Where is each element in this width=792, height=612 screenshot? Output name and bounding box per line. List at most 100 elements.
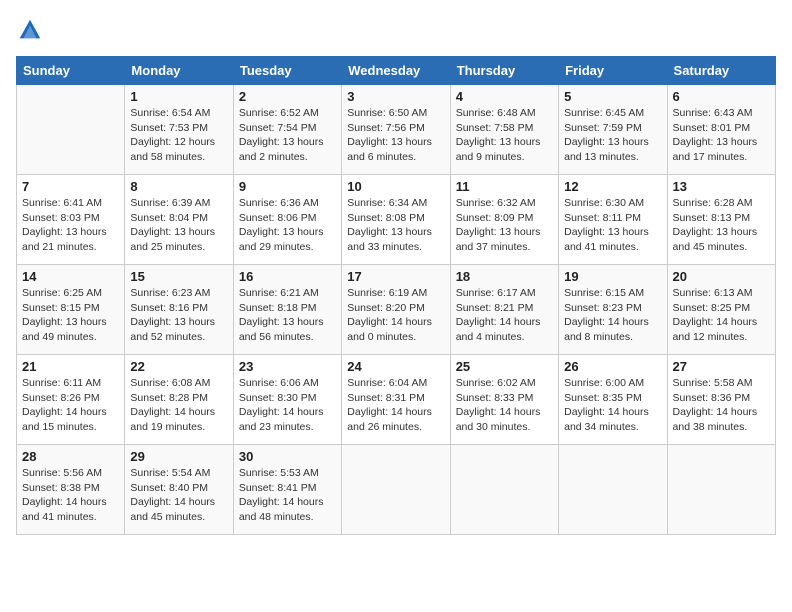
day-number: 1 — [130, 89, 227, 104]
day-header-saturday: Saturday — [667, 57, 775, 85]
calendar-cell: 3 Sunrise: 6:50 AM Sunset: 7:56 PM Daylig… — [342, 85, 450, 175]
day-number: 9 — [239, 179, 336, 194]
day-info: Sunrise: 6:32 AM Sunset: 8:09 PM Dayligh… — [456, 196, 553, 255]
calendar-cell: 15 Sunrise: 6:23 AM Sunset: 8:16 PM Dayli… — [125, 265, 233, 355]
day-number: 27 — [673, 359, 770, 374]
day-info: Sunrise: 6:41 AM Sunset: 8:03 PM Dayligh… — [22, 196, 119, 255]
calendar-cell: 8 Sunrise: 6:39 AM Sunset: 8:04 PM Daylig… — [125, 175, 233, 265]
day-info: Sunrise: 6:08 AM Sunset: 8:28 PM Dayligh… — [130, 376, 227, 435]
day-info: Sunrise: 5:56 AM Sunset: 8:38 PM Dayligh… — [22, 466, 119, 525]
calendar-cell: 28 Sunrise: 5:56 AM Sunset: 8:38 PM Dayli… — [17, 445, 125, 535]
day-info: Sunrise: 5:54 AM Sunset: 8:40 PM Dayligh… — [130, 466, 227, 525]
calendar-cell: 10 Sunrise: 6:34 AM Sunset: 8:08 PM Dayli… — [342, 175, 450, 265]
day-info: Sunrise: 6:17 AM Sunset: 8:21 PM Dayligh… — [456, 286, 553, 345]
calendar-cell: 29Sunrise: 5:54 AM Sunset: 8:40 PM Dayli… — [125, 445, 233, 535]
calendar-cell — [667, 445, 775, 535]
calendar-cell: 24Sunrise: 6:04 AM Sunset: 8:31 PM Dayli… — [342, 355, 450, 445]
day-number: 14 — [22, 269, 119, 284]
day-header-friday: Friday — [559, 57, 667, 85]
day-info: Sunrise: 6:48 AM Sunset: 7:58 PM Dayligh… — [456, 106, 553, 165]
day-number: 12 — [564, 179, 661, 194]
day-number: 3 — [347, 89, 444, 104]
calendar-cell: 9 Sunrise: 6:36 AM Sunset: 8:06 PM Daylig… — [233, 175, 341, 265]
day-number: 18 — [456, 269, 553, 284]
day-header-monday: Monday — [125, 57, 233, 85]
day-header-sunday: Sunday — [17, 57, 125, 85]
day-info: Sunrise: 6:21 AM Sunset: 8:18 PM Dayligh… — [239, 286, 336, 345]
calendar-cell: 1 Sunrise: 6:54 AM Sunset: 7:53 PM Daylig… — [125, 85, 233, 175]
day-info: Sunrise: 6:43 AM Sunset: 8:01 PM Dayligh… — [673, 106, 770, 165]
day-info: Sunrise: 6:30 AM Sunset: 8:11 PM Dayligh… — [564, 196, 661, 255]
day-header-thursday: Thursday — [450, 57, 558, 85]
day-number: 7 — [22, 179, 119, 194]
day-number: 20 — [673, 269, 770, 284]
day-info: Sunrise: 6:13 AM Sunset: 8:25 PM Dayligh… — [673, 286, 770, 345]
calendar-table: SundayMondayTuesdayWednesdayThursdayFrid… — [16, 56, 776, 535]
calendar-cell: 6 Sunrise: 6:43 AM Sunset: 8:01 PM Daylig… — [667, 85, 775, 175]
calendar-cell: 17 Sunrise: 6:19 AM Sunset: 8:20 PM Dayli… — [342, 265, 450, 355]
page-header — [16, 16, 776, 44]
day-number: 16 — [239, 269, 336, 284]
day-info: Sunrise: 6:15 AM Sunset: 8:23 PM Dayligh… — [564, 286, 661, 345]
day-info: Sunrise: 5:58 AM Sunset: 8:36 PM Dayligh… — [673, 376, 770, 435]
day-info: Sunrise: 6:23 AM Sunset: 8:16 PM Dayligh… — [130, 286, 227, 345]
calendar-cell — [342, 445, 450, 535]
day-number: 21 — [22, 359, 119, 374]
day-info: Sunrise: 6:06 AM Sunset: 8:30 PM Dayligh… — [239, 376, 336, 435]
day-info: Sunrise: 6:19 AM Sunset: 8:20 PM Dayligh… — [347, 286, 444, 345]
calendar-cell — [559, 445, 667, 535]
day-info: Sunrise: 6:04 AM Sunset: 8:31 PM Dayligh… — [347, 376, 444, 435]
calendar-cell — [450, 445, 558, 535]
day-number: 11 — [456, 179, 553, 194]
day-number: 17 — [347, 269, 444, 284]
calendar-cell: 14 Sunrise: 6:25 AM Sunset: 8:15 PM Dayli… — [17, 265, 125, 355]
day-number: 30 — [239, 449, 336, 464]
calendar-cell: 27 Sunrise: 5:58 AM Sunset: 8:36 PM Dayli… — [667, 355, 775, 445]
day-number: 10 — [347, 179, 444, 194]
week-row-5: 28 Sunrise: 5:56 AM Sunset: 8:38 PM Dayli… — [17, 445, 776, 535]
logo — [16, 16, 48, 44]
day-number: 26 — [564, 359, 661, 374]
day-number: 15 — [130, 269, 227, 284]
day-number: 25 — [456, 359, 553, 374]
calendar-cell — [17, 85, 125, 175]
calendar-cell: 11 Sunrise: 6:32 AM Sunset: 8:09 PM Dayli… — [450, 175, 558, 265]
day-number: 8 — [130, 179, 227, 194]
day-number: 6 — [673, 89, 770, 104]
calendar-cell: 12 Sunrise: 6:30 AM Sunset: 8:11 PM Dayli… — [559, 175, 667, 265]
day-number: 22 — [130, 359, 227, 374]
week-row-3: 14 Sunrise: 6:25 AM Sunset: 8:15 PM Dayli… — [17, 265, 776, 355]
calendar-cell: 13 Sunrise: 6:28 AM Sunset: 8:13 PM Dayli… — [667, 175, 775, 265]
calendar-cell: 22 Sunrise: 6:08 AM Sunset: 8:28 PM Dayli… — [125, 355, 233, 445]
calendar-cell: 4Sunrise: 6:48 AM Sunset: 7:58 PM Daylig… — [450, 85, 558, 175]
calendar-cell: 23 Sunrise: 6:06 AM Sunset: 8:30 PM Dayli… — [233, 355, 341, 445]
day-info: Sunrise: 6:54 AM Sunset: 7:53 PM Dayligh… — [130, 106, 227, 165]
calendar-cell: 25Sunrise: 6:02 AM Sunset: 8:33 PM Dayli… — [450, 355, 558, 445]
day-info: Sunrise: 5:53 AM Sunset: 8:41 PM Dayligh… — [239, 466, 336, 525]
week-row-1: 1 Sunrise: 6:54 AM Sunset: 7:53 PM Daylig… — [17, 85, 776, 175]
day-number: 5 — [564, 89, 661, 104]
day-info: Sunrise: 6:25 AM Sunset: 8:15 PM Dayligh… — [22, 286, 119, 345]
logo-icon — [16, 16, 44, 44]
day-info: Sunrise: 6:45 AM Sunset: 7:59 PM Dayligh… — [564, 106, 661, 165]
day-info: Sunrise: 6:39 AM Sunset: 8:04 PM Dayligh… — [130, 196, 227, 255]
calendar-cell: 30 Sunrise: 5:53 AM Sunset: 8:41 PM Dayli… — [233, 445, 341, 535]
calendar-cell: 26 Sunrise: 6:00 AM Sunset: 8:35 PM Dayli… — [559, 355, 667, 445]
day-number: 19 — [564, 269, 661, 284]
calendar-cell: 7 Sunrise: 6:41 AM Sunset: 8:03 PM Daylig… — [17, 175, 125, 265]
day-header-wednesday: Wednesday — [342, 57, 450, 85]
day-info: Sunrise: 6:28 AM Sunset: 8:13 PM Dayligh… — [673, 196, 770, 255]
week-row-2: 7 Sunrise: 6:41 AM Sunset: 8:03 PM Daylig… — [17, 175, 776, 265]
day-number: 13 — [673, 179, 770, 194]
day-info: Sunrise: 6:00 AM Sunset: 8:35 PM Dayligh… — [564, 376, 661, 435]
day-number: 23 — [239, 359, 336, 374]
day-number: 28 — [22, 449, 119, 464]
day-info: Sunrise: 6:36 AM Sunset: 8:06 PM Dayligh… — [239, 196, 336, 255]
day-info: Sunrise: 6:50 AM Sunset: 7:56 PM Dayligh… — [347, 106, 444, 165]
calendar-cell: 5 Sunrise: 6:45 AM Sunset: 7:59 PM Daylig… — [559, 85, 667, 175]
calendar-header-row: SundayMondayTuesdayWednesdayThursdayFrid… — [17, 57, 776, 85]
day-info: Sunrise: 6:34 AM Sunset: 8:08 PM Dayligh… — [347, 196, 444, 255]
calendar-cell: 19 Sunrise: 6:15 AM Sunset: 8:23 PM Dayli… — [559, 265, 667, 355]
calendar-cell: 20 Sunrise: 6:13 AM Sunset: 8:25 PM Dayli… — [667, 265, 775, 355]
day-header-tuesday: Tuesday — [233, 57, 341, 85]
